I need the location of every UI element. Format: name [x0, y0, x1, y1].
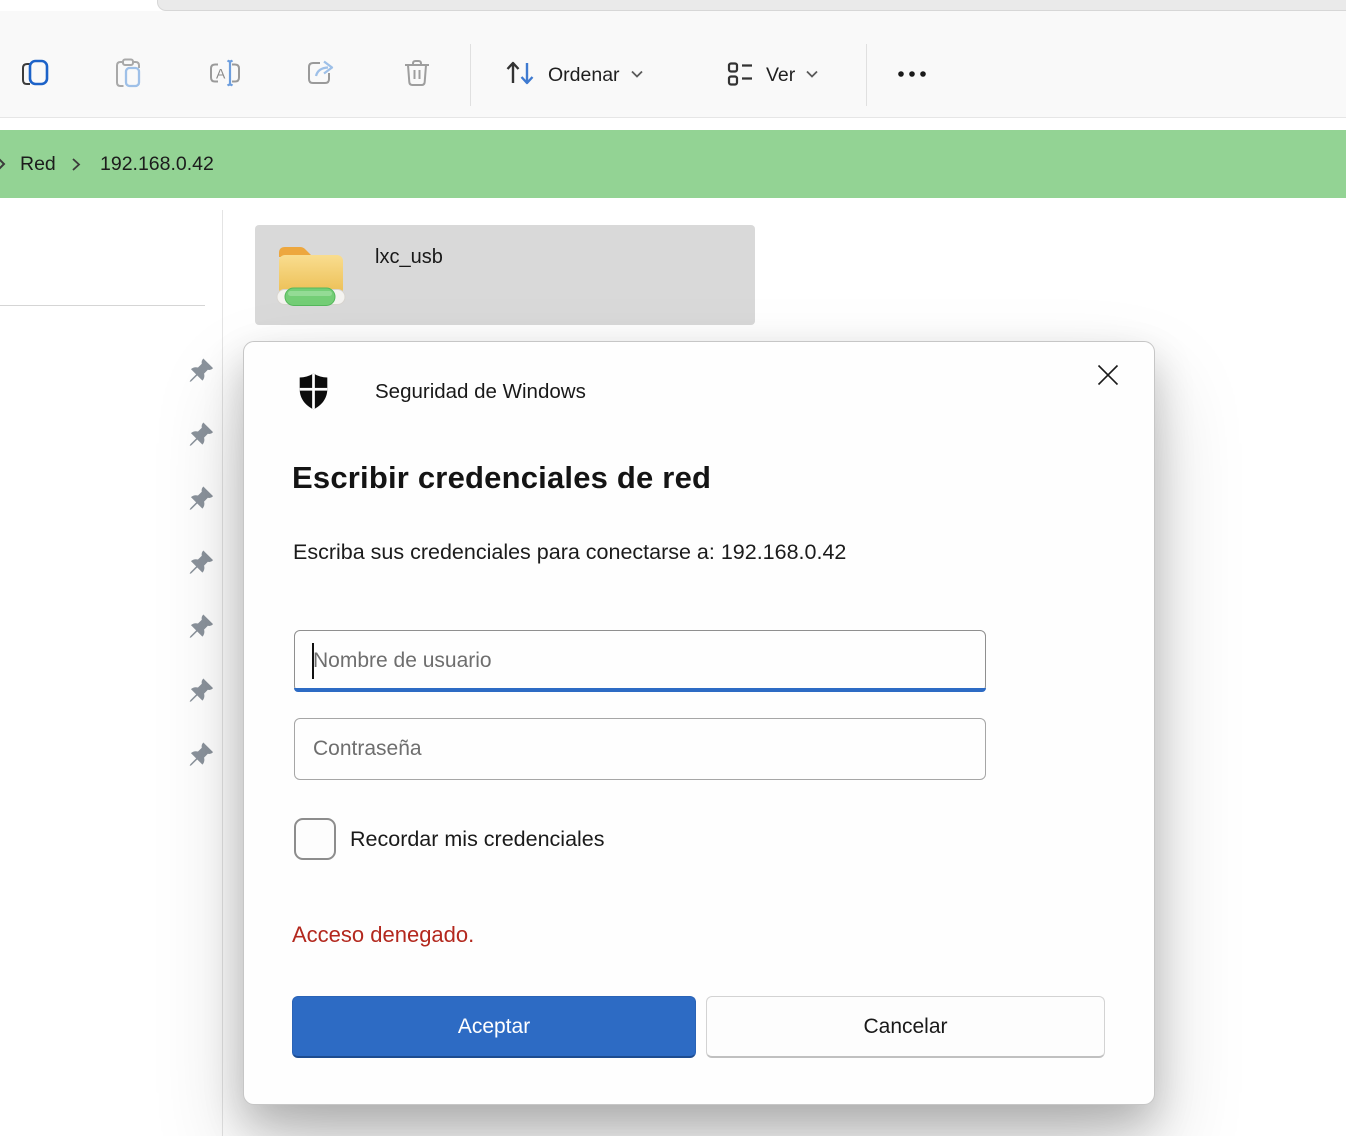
username-field-wrapper [294, 630, 986, 692]
accept-button[interactable]: Aceptar [292, 996, 696, 1058]
tab-strip [157, 0, 1346, 11]
breadcrumb-item-red[interactable]: Red [20, 130, 56, 198]
remember-label: Recordar mis credenciales [350, 827, 605, 852]
sort-label: Ordenar [548, 64, 620, 87]
error-message: Acceso denegado. [292, 922, 474, 948]
more-options-button[interactable] [886, 47, 942, 103]
share-button[interactable] [293, 47, 349, 103]
dialog-app-title: Seguridad de Windows [375, 380, 586, 404]
view-list-icon [724, 57, 756, 94]
windows-security-dialog: Seguridad de Windows Escribir credencial… [243, 341, 1155, 1105]
address-bar[interactable]: Red 192.168.0.42 [0, 130, 1346, 198]
pin-icon [189, 678, 215, 704]
dialog-subtitle: Escriba sus credenciales para conectarse… [293, 540, 846, 565]
breadcrumb-chevron-icon [0, 130, 8, 198]
rename-button[interactable]: A [197, 47, 253, 103]
close-button[interactable] [1085, 353, 1131, 399]
sort-arrows-icon [502, 57, 538, 94]
pin-icon [189, 486, 215, 512]
username-input[interactable] [294, 630, 986, 692]
file-explorer-window: A [0, 0, 1346, 1136]
copy-button[interactable] [7, 47, 63, 103]
pin-icon [189, 422, 215, 448]
pin-icon [189, 742, 215, 768]
pin-icon [189, 358, 215, 384]
breadcrumb-item-host[interactable]: 192.168.0.42 [100, 130, 214, 198]
sort-button[interactable]: Ordenar [492, 47, 654, 103]
sidebar-divider [222, 210, 223, 1136]
sidebar-section-divider [0, 305, 205, 306]
remember-credentials-row[interactable]: Recordar mis credenciales [294, 818, 605, 860]
pin-icon [189, 550, 215, 576]
chevron-down-icon [805, 66, 819, 84]
dialog-title: Escribir credenciales de red [292, 460, 711, 496]
delete-button[interactable] [389, 47, 445, 103]
close-icon [1095, 362, 1121, 391]
network-folder-icon [269, 233, 353, 322]
view-button[interactable]: Ver [714, 47, 829, 103]
folder-name: lxc_usb [375, 246, 443, 269]
toolbar-divider [470, 44, 471, 106]
remember-checkbox[interactable] [294, 818, 336, 860]
share-icon [304, 56, 338, 95]
svg-text:A: A [216, 65, 226, 81]
toolbar: A [0, 11, 1346, 118]
rename-icon: A [207, 56, 243, 95]
password-field-wrapper [294, 718, 986, 780]
paste-icon [111, 56, 145, 95]
windows-security-shield-icon [296, 372, 331, 416]
copy-icon [18, 56, 52, 95]
view-label: Ver [766, 64, 795, 87]
pin-icon [189, 614, 215, 640]
more-options-icon [894, 66, 934, 84]
paste-button[interactable] [100, 47, 156, 103]
password-input[interactable] [294, 718, 986, 780]
folder-item-lxc-usb[interactable]: lxc_usb [255, 225, 755, 325]
chevron-down-icon [630, 66, 644, 84]
toolbar-divider [866, 44, 867, 106]
delete-icon [400, 56, 434, 95]
breadcrumb-chevron-icon [70, 130, 82, 198]
cancel-button[interactable]: Cancelar [706, 996, 1105, 1058]
